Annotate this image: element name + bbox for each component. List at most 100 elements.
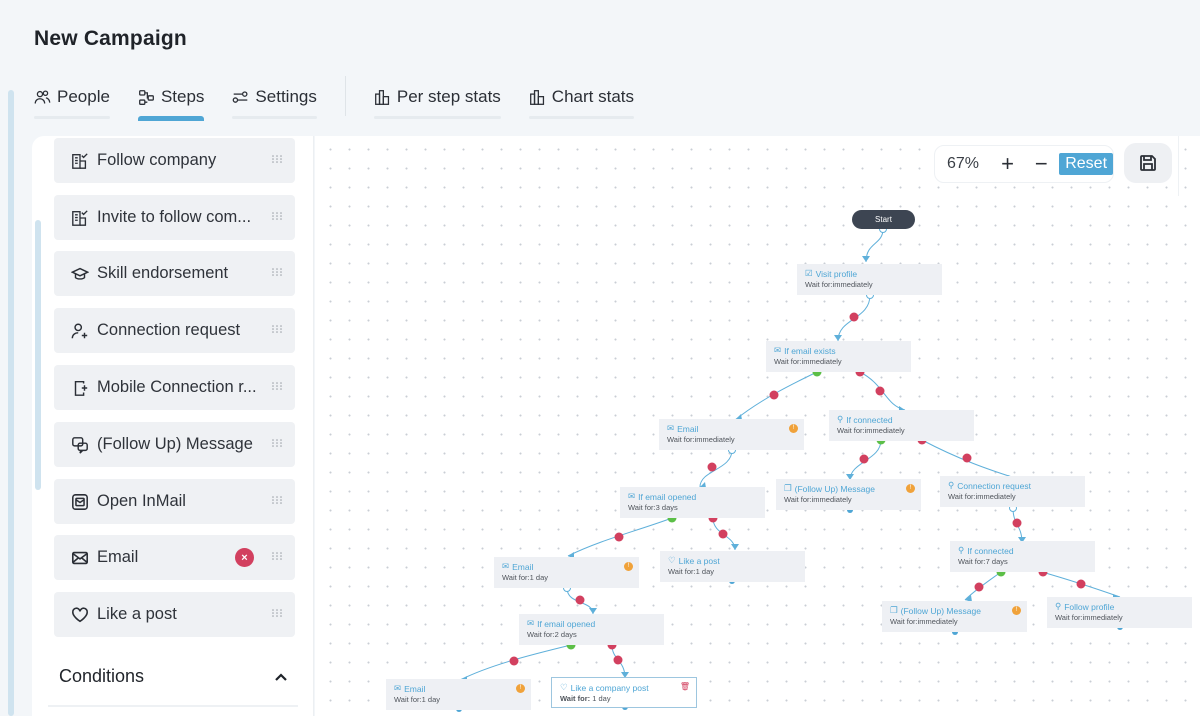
drag-handle-icon[interactable] (272, 552, 282, 560)
chevron-up-icon[interactable] (273, 669, 289, 685)
node-wait: Wait for:1 day (502, 573, 548, 582)
node-wait: Wait for:immediately (774, 357, 842, 366)
drag-handle-icon[interactable] (272, 325, 282, 333)
node-wait: Wait for:2 days (527, 630, 577, 639)
flow-node-if-connected[interactable]: ⚲ If connected Wait for:7 days (950, 541, 1095, 572)
flow-node-email[interactable]: ✉ Email Wait for:1 day ! (494, 557, 639, 588)
flow-node-if-email-opened[interactable]: ✉ If email opened Wait for:2 days (519, 614, 664, 645)
flow-node-connection-request[interactable]: ⚲ Connection request Wait for:immediately (940, 476, 1085, 507)
node-title: Like a post (678, 555, 720, 566)
flow-node-follow-profile[interactable]: ⚲ Follow profile Wait for:immediately (1047, 597, 1192, 628)
step-item-skill-endorsement[interactable]: Skill endorsement (54, 251, 295, 296)
node-title: (Follow Up) Message (900, 605, 981, 616)
settings-icon (233, 90, 248, 103)
node-title: Visit profile (815, 268, 858, 279)
envelope-icon (71, 549, 89, 567)
warning-icon[interactable]: ! (624, 562, 633, 571)
node-title: If email opened (638, 491, 697, 502)
warning-icon[interactable]: ! (906, 484, 915, 493)
tab-steps[interactable]: Steps (137, 84, 205, 121)
step-item-mobile-connection[interactable]: Mobile Connection r... (54, 365, 295, 410)
trash-icon[interactable]: 🗑 (680, 682, 690, 691)
flow-node-follow-up-message[interactable]: ❐ (Follow Up) Message Wait for:immediatel… (776, 479, 921, 510)
steps-panel-scrollbar[interactable] (35, 220, 41, 490)
step-item-label: Email (97, 548, 139, 566)
conditions-section-header[interactable]: Conditions (59, 666, 295, 687)
bar-chart-icon (529, 89, 544, 105)
node-wait: Wait for:1 day (668, 567, 714, 576)
zoom-level: 67% (947, 155, 980, 172)
step-item-email[interactable]: Email × (54, 535, 295, 580)
save-button[interactable] (1124, 143, 1172, 183)
conditions-divider (48, 705, 298, 707)
zoom-controls: 67% + − Reset (934, 145, 1114, 183)
node-title: If email opened (537, 618, 596, 629)
drag-handle-icon[interactable] (272, 496, 282, 504)
node-title: Follow profile (1064, 601, 1115, 612)
error-badge[interactable]: × (235, 548, 254, 567)
flow-node-if-connected[interactable]: ⚲ If connected Wait for:immediately (829, 410, 974, 441)
warning-icon[interactable]: ! (789, 424, 798, 433)
node-title: If connected (967, 545, 1014, 556)
people-icon (34, 89, 51, 103)
building-check-icon (71, 209, 89, 227)
step-item-connection-request[interactable]: Connection request (54, 308, 295, 353)
step-item-label: (Follow Up) Message (97, 435, 253, 453)
step-item-follow-up-message[interactable]: (Follow Up) Message (54, 422, 295, 467)
flow-node-if-email-opened[interactable]: ✉ If email opened Wait for:3 days (620, 487, 765, 518)
node-title: Email (677, 423, 699, 434)
tab-chart-stats[interactable]: Chart stats (528, 84, 635, 119)
tab-divider (344, 76, 346, 116)
drag-handle-icon[interactable] (272, 155, 282, 163)
step-item-follow-company[interactable]: Follow company (54, 138, 295, 183)
node-title: Connection request (957, 480, 1031, 491)
warning-icon[interactable]: ! (516, 684, 525, 693)
tab-settings[interactable]: Settings (232, 84, 318, 119)
flow-node-follow-up-message[interactable]: ❐ (Follow Up) Message Wait for:immediatel… (882, 601, 1027, 632)
flow-node-visit-profile[interactable]: ☑ Visit profile Wait for:immediately (797, 264, 942, 295)
node-title: Email (404, 683, 426, 694)
step-item-label: Skill endorsement (97, 264, 229, 282)
tab-per-step-stats-label: Per step stats (396, 87, 501, 106)
drag-handle-icon[interactable] (272, 609, 282, 617)
node-title: If connected (846, 414, 893, 425)
flow-node-email[interactable]: ✉ Email Wait for:immediately ! (659, 419, 804, 450)
tab-people[interactable]: People (34, 84, 110, 119)
user-plus-icon: ⚲ (948, 480, 955, 490)
heart-icon: ♡ (560, 682, 568, 692)
warning-icon[interactable]: ! (1012, 606, 1021, 615)
user-follow-icon: ⚲ (1055, 601, 1062, 611)
zoom-out-button[interactable]: − (1024, 153, 1058, 175)
step-item-invite-follow-company[interactable]: Invite to follow com... (54, 195, 295, 240)
step-item-open-inmail[interactable]: Open InMail (54, 479, 295, 524)
reset-zoom-button[interactable]: Reset (1059, 153, 1114, 175)
page-scrollbar[interactable] (8, 90, 14, 716)
envelope-icon: ✉ (667, 423, 675, 433)
email-open-icon: ✉ (628, 491, 636, 501)
step-item-like-post[interactable]: Like a post (54, 592, 295, 637)
bar-chart-icon (374, 89, 389, 105)
chat-icon: ❐ (890, 605, 898, 615)
drag-handle-icon[interactable] (272, 268, 282, 276)
save-icon (1140, 155, 1156, 171)
step-item-label: Follow company (97, 151, 217, 169)
flow-node-if-email-exists[interactable]: ✉ If email exists Wait for:immediately (766, 341, 911, 372)
tab-per-step-stats[interactable]: Per step stats (373, 84, 501, 119)
node-wait: Wait for:7 days (958, 557, 1008, 566)
flow-node-like-company-post[interactable]: ♡ Like a company post Wait for: 1 day 🗑 (551, 677, 697, 708)
chat-icon (71, 436, 89, 454)
drag-handle-icon[interactable] (272, 382, 282, 390)
tab-settings-label: Settings (255, 87, 317, 106)
drag-handle-icon[interactable] (272, 212, 282, 220)
flow-node-email[interactable]: ✉ Email Wait for:1 day ! (386, 679, 531, 710)
tab-people-label: People (57, 87, 110, 106)
user-icon: ⚲ (837, 414, 844, 424)
tab-chart-stats-label: Chart stats (551, 87, 634, 106)
flow-node-like-post[interactable]: ♡ Like a post Wait for:1 day (660, 551, 805, 582)
flow-start-node[interactable]: Start (852, 210, 915, 229)
step-item-label: Like a post (97, 605, 177, 623)
drag-handle-icon[interactable] (272, 439, 282, 447)
zoom-in-button[interactable]: + (991, 153, 1025, 175)
node-title: Email (512, 561, 534, 572)
envelope-icon: ✉ (394, 683, 402, 693)
